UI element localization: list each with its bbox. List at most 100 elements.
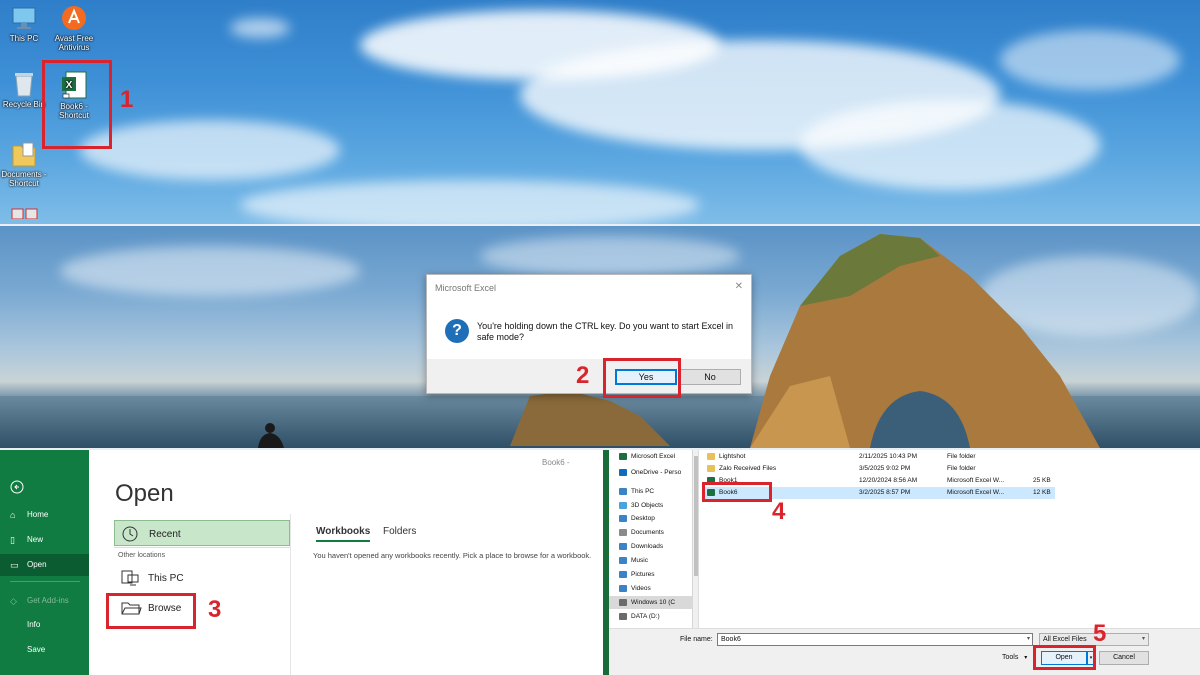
location-label: This PC (148, 573, 184, 584)
nav-label: Windows 10 (C (631, 599, 676, 606)
app-icon (11, 208, 38, 220)
desktop-icon-label: Recycle Bin (2, 100, 46, 109)
file-type: File folder (947, 465, 976, 472)
no-button[interactable]: No (679, 369, 741, 385)
step-number: 2 (576, 362, 590, 389)
step-highlight-box (702, 482, 772, 502)
nav-label: Music (631, 557, 648, 564)
cube-icon (619, 502, 627, 509)
nav-item-info[interactable]: Info (0, 614, 89, 636)
back-arrow-icon (10, 480, 24, 494)
location-label: Recent (149, 529, 181, 540)
page-title: Open (115, 480, 174, 507)
nav-label: Pictures (631, 571, 655, 578)
nav-item-home[interactable]: ⌂ Home (0, 504, 89, 526)
nav-item-windows-c[interactable]: Windows 10 (C (609, 596, 693, 609)
avast-icon (62, 6, 86, 30)
step-number: 5 (1093, 620, 1107, 647)
desktop-icon-this-pc[interactable]: This PC (0, 6, 52, 43)
nav-item-onedrive[interactable]: OneDrive - Perso (609, 466, 693, 479)
cloud (60, 246, 360, 296)
divider (290, 514, 291, 675)
cloud-icon (619, 469, 627, 476)
download-icon (619, 543, 627, 550)
nav-label: New (27, 535, 44, 544)
recycle-bin-icon (15, 73, 33, 97)
step-highlight-box (42, 60, 112, 149)
tab-folders[interactable]: Folders (383, 526, 416, 537)
folder-icon (707, 465, 715, 472)
cloud (80, 120, 340, 180)
step-number: 3 (208, 596, 222, 623)
nav-label: Videos (631, 585, 651, 592)
tab-workbooks[interactable]: Workbooks (316, 526, 371, 542)
tools-menu[interactable]: Tools ▾ (1002, 654, 1027, 661)
dialog-title: Microsoft Excel (435, 283, 497, 293)
drive-icon (619, 599, 627, 606)
nav-item-downloads[interactable]: Downloads (609, 540, 693, 553)
computer-icon (121, 570, 139, 586)
other-locations-heading: Other locations (118, 552, 166, 559)
file-name: Lightshot (719, 453, 746, 460)
this-pc-icon (12, 7, 36, 29)
file-date: 3/5/2025 9:02 PM (859, 465, 911, 472)
desktop-panel: This PC Avast Free Antivirus Recycle Bin… (0, 0, 1200, 224)
file-type-value: All Excel Files (1043, 636, 1087, 643)
nav-item-videos[interactable]: Videos (609, 582, 693, 595)
nav-item-3d-objects[interactable]: 3D Objects (609, 499, 693, 512)
step-highlight-box (1033, 645, 1096, 670)
cancel-button[interactable]: Cancel (1099, 651, 1149, 665)
scrollbar-thumb[interactable] (694, 456, 698, 576)
document-icon (619, 529, 627, 536)
music-icon (619, 557, 627, 564)
nav-separator (10, 581, 80, 582)
file-size: 12 KB (1033, 489, 1051, 496)
new-file-icon: ▯ (10, 535, 15, 545)
nav-item-new[interactable]: ▯ New (0, 529, 89, 551)
file-open-dialog: Microsoft Excel OneDrive - Perso This PC… (603, 450, 1200, 675)
step-number: 1 (120, 86, 134, 113)
cloud (800, 100, 1100, 190)
desktop-icon-partial[interactable] (10, 206, 40, 220)
chevron-down-icon[interactable]: ▾ (1027, 634, 1030, 645)
back-button[interactable] (0, 477, 89, 499)
nav-label: 3D Objects (631, 502, 664, 509)
desktop-icon-avast[interactable]: Avast Free Antivirus (46, 4, 102, 52)
nav-item-desktop[interactable]: Desktop (609, 512, 693, 525)
nav-scrollbar[interactable] (693, 450, 699, 628)
nav-label: Home (27, 510, 49, 519)
file-date: 12/20/2024 8:56 AM (859, 477, 918, 484)
file-size: 25 KB (1033, 477, 1051, 484)
file-date: 2/11/2025 10:43 PM (859, 453, 918, 460)
file-row[interactable]: Lightshot 2/11/2025 10:43 PM File folder (705, 451, 1055, 463)
nav-item-data-d[interactable]: DATA (D:) (609, 610, 693, 623)
file-name-input[interactable]: Book6 ▾ (717, 633, 1033, 646)
file-dialog-footer: File name: Book6 ▾ All Excel Files ▾ Too… (609, 628, 1200, 675)
nav-item-music[interactable]: Music (609, 554, 693, 567)
divider (114, 547, 290, 548)
nav-label: Desktop (631, 515, 655, 522)
close-icon[interactable]: ✕ (735, 281, 743, 292)
nav-item-pictures[interactable]: Pictures (609, 568, 693, 581)
empty-state-message: You haven't opened any workbooks recentl… (313, 551, 592, 560)
nav-item-get-add-ins[interactable]: ◇ Get Add-ins (0, 590, 89, 612)
location-this-pc[interactable]: This PC (114, 565, 290, 591)
nav-item-documents[interactable]: Documents (609, 526, 693, 539)
file-type: File folder (947, 453, 976, 460)
nav-item-open[interactable]: ▭ Open (0, 554, 89, 576)
nav-item-save[interactable]: Save (0, 639, 89, 661)
nav-item-this-pc[interactable]: This PC (609, 485, 693, 498)
nav-label: Downloads (631, 543, 664, 550)
add-ins-icon: ◇ (10, 596, 17, 606)
computer-icon (619, 488, 627, 495)
file-type: Microsoft Excel W... (947, 477, 1005, 484)
excel-backstage-panel: ⌂ Home ▯ New ▭ Open ◇ Get Add-ins Info S… (0, 450, 600, 675)
file-row[interactable]: Zalo Received Files 3/5/2025 9:02 PM Fil… (705, 463, 1055, 475)
nav-item-microsoft-excel[interactable]: Microsoft Excel (609, 450, 693, 463)
nav-label: Get Add-ins (27, 596, 69, 605)
documents-shortcut-icon (12, 142, 36, 167)
nav-label: Save (27, 645, 46, 654)
nav-label: This PC (631, 488, 655, 495)
location-recent[interactable]: Recent (114, 520, 290, 546)
cloud (1000, 30, 1180, 90)
